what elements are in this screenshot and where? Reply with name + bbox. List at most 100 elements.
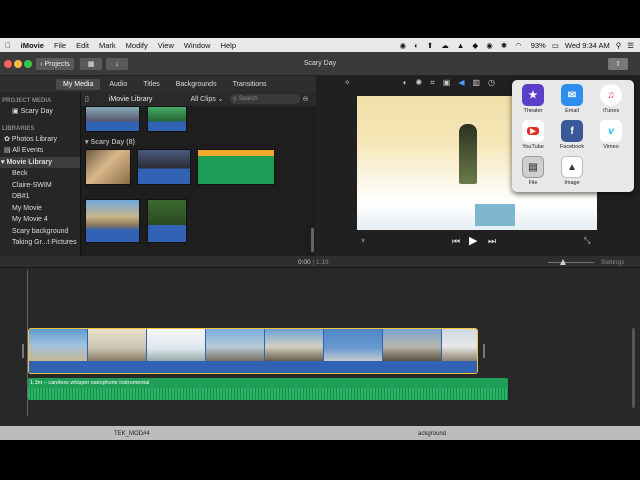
sidebar-item-all-events[interactable]: ▤ All Events [0,145,80,157]
media-tabs: My Media Audio Titles Backgrounds Transi… [0,76,316,92]
project-media-header: PROJECT MEDIA [2,98,52,104]
video-clip[interactable] [29,329,87,361]
crop-icon[interactable]: ⌗ [430,78,435,90]
menu-modify[interactable]: Modify [121,41,153,50]
magic-wand-icon[interactable]: ✧ [344,78,351,90]
timeline-scrollbar[interactable] [632,328,635,408]
clip-thumbnail[interactable] [137,149,191,185]
share-image[interactable]: ▲ Image [555,156,589,186]
sidebar-item-scary-day[interactable]: ▣ Scary Day [0,106,80,118]
sidebar-event-item[interactable]: DB#1 [0,191,80,203]
menu-file[interactable]: File [49,41,71,50]
video-clip[interactable] [442,329,477,361]
event-header[interactable]: ▾ Scary Day (8) [85,138,135,146]
import-button[interactable]: ↓ [106,58,128,70]
zoom-slider[interactable] [548,262,594,263]
menu-mark[interactable]: Mark [94,41,121,50]
share-popover: ★ Theater ✉ Email ♫ iTunes ▶ YouTube f F… [512,80,634,192]
tab-titles[interactable]: Titles [136,79,166,90]
microphone-icon[interactable]: ♆ [360,236,366,245]
projects-button[interactable]: ‹ Projects [36,58,74,70]
sidebar-event-item[interactable]: My Movie [0,203,80,215]
close-window-button[interactable] [4,60,12,68]
sidebar-event-item[interactable]: Beck [0,168,80,180]
share-facebook[interactable]: f Facebook [555,120,589,150]
menu-edit[interactable]: Edit [71,41,94,50]
speed-icon[interactable]: ◷ [488,78,495,90]
clips-filter-dropdown[interactable]: All Clips ⌄ [190,95,223,103]
settings-gear-icon[interactable]: ⊖ [303,95,309,103]
video-clip[interactable] [324,329,382,361]
skip-forward-button[interactable]: ⏭ [488,236,496,247]
battery-percent[interactable]: 93% [531,41,546,50]
menu-view[interactable]: View [153,41,179,50]
clip-thumbnail-audio[interactable] [197,149,275,185]
audio-waveform [28,388,508,400]
share-email[interactable]: ✉ Email [555,84,589,114]
preview-building [475,204,515,226]
zoom-window-button[interactable] [24,60,32,68]
tab-transitions[interactable]: Transitions [226,79,274,90]
sidebar-toggle-icon[interactable]: ▯ [85,95,89,103]
sidebar-item-photos-library[interactable]: ✿ Photos Library [0,134,80,146]
tab-my-media[interactable]: My Media [56,78,101,90]
fullscreen-icon[interactable]: ⤡ [584,236,590,246]
color-correction-icon[interactable]: ✺ [416,78,423,90]
color-balance-icon[interactable]: ◐ [403,78,408,90]
background-item[interactable]: TEK_MOD#4 [114,431,150,437]
video-clip[interactable] [265,329,323,361]
clip-thumbnail[interactable] [147,106,187,132]
video-clip[interactable] [206,329,264,361]
clock[interactable]: Wed 9:34 AM [565,41,610,50]
menu-help[interactable]: Help [216,41,241,50]
skip-back-button[interactable]: ⏮ [452,236,460,247]
clip-thumbnail-dog[interactable] [85,149,131,185]
itunes-icon: ♫ [600,84,622,106]
sidebar-event-item[interactable]: My Movie 4 [0,214,80,226]
volume-icon[interactable]: ◀ [458,78,464,90]
apple-icon[interactable]:  [0,41,16,50]
play-button[interactable]: ▶ [469,234,477,247]
video-track[interactable] [28,328,478,374]
share-vimeo[interactable]: v Vimeo [594,120,628,150]
clip-thumbnail[interactable] [147,199,187,243]
track-handle-right[interactable] [483,344,485,358]
search-field[interactable]: ⚲ Search [229,94,300,104]
share-itunes[interactable]: ♫ iTunes [594,84,628,114]
stabilization-icon[interactable]: ▣ [443,78,451,90]
share-youtube[interactable]: ▶ YouTube [516,120,550,150]
sidebar-event-item[interactable]: Taking Gr...t Pictures [0,237,80,249]
menu-window[interactable]: Window [179,41,216,50]
sidebar-item-movie-library[interactable]: ▾ Movie Library [0,156,80,168]
sidebar-event-item[interactable]: Claire-SWIM [0,180,80,192]
status-icons[interactable]: ◉ ◐ ⬆ ☁ ▲ ◆ ◉ ✱ ◠ [400,41,525,50]
battery-icon[interactable]: ▭ [552,41,559,50]
media-browser-toggle[interactable]: ▦ [80,58,102,70]
tab-audio[interactable]: Audio [102,79,134,90]
noise-reduction-icon[interactable]: ▥ [472,78,480,90]
minimize-window-button[interactable] [14,60,22,68]
share-button[interactable]: ⇧ [608,58,628,70]
tab-backgrounds[interactable]: Backgrounds [169,79,224,90]
clapper-icon: ▣ [12,108,21,115]
share-theater[interactable]: ★ Theater [516,84,550,114]
video-clip[interactable] [383,329,441,361]
track-handle-left[interactable] [22,344,24,358]
spotlight-icon[interactable]: ⚲ [616,41,622,50]
clip-thumbnail[interactable] [85,106,140,132]
video-clip[interactable] [88,329,146,361]
browser-scrollbar[interactable] [311,228,314,252]
video-clip[interactable] [147,329,205,361]
window-toolbar: ‹ Projects ▦ ↓ Scary Day ⇧ [0,52,640,76]
sidebar-event-item[interactable]: Scary background [0,226,80,238]
facebook-icon: f [561,120,583,142]
clip-thumbnail[interactable] [85,199,140,243]
menu-imovie[interactable]: iMovie [16,41,49,50]
youtube-icon: ▶ [522,120,544,142]
background-item[interactable]: ackground [418,431,446,437]
notification-center-icon[interactable]: ☰ [627,41,634,50]
audio-track[interactable]: 1.3m – careless whisper saxophone instru… [28,378,508,400]
bottom-black-strip [0,440,640,480]
share-file[interactable]: ▤ File [516,156,550,186]
timeline-settings[interactable]: Settings [601,259,625,266]
